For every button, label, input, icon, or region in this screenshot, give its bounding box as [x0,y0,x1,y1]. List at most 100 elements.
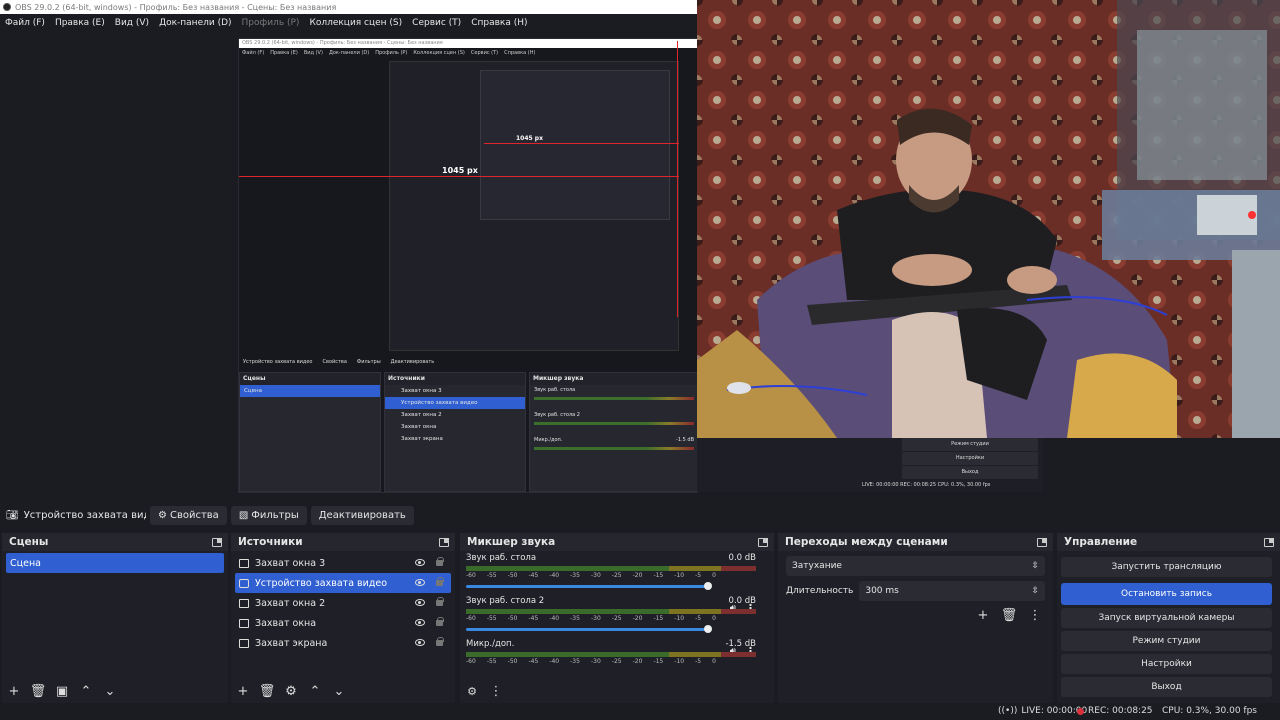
captured-studio-mode: Режим студии [902,438,1038,451]
undock-icon[interactable] [1264,537,1274,547]
webcam-feed [697,0,1280,438]
stop-recording-button[interactable]: Остановить запись [1061,583,1272,605]
settings-button[interactable]: Настройки [1061,654,1272,674]
transition-menu-kebab-icon[interactable]: ⋮ [1027,607,1043,623]
scale-tick: -30 [590,615,601,622]
lock-icon[interactable] [436,597,444,606]
transition-selected-value: Затухание [792,561,842,571]
measure-line-main [239,176,679,177]
add-source-button[interactable]: + [235,683,251,699]
properties-button[interactable]: ⚙ Свойства [150,505,227,525]
volume-slider[interactable] [466,625,768,633]
lock-icon[interactable] [436,617,444,626]
menu-edit[interactable]: Правка (E) [55,18,105,28]
lock-icon[interactable] [436,577,444,586]
nested-menu: Файл (F) Правка (E) Вид (V) Док-панели (… [239,48,697,58]
source-label: Захват экрана [255,637,328,649]
nested-scenes-panel: Сцены Сцена [239,372,381,492]
start-virtual-camera-button[interactable]: Запуск виртуальной камеры [1061,608,1272,628]
menu-tools[interactable]: Сервис (T) [412,18,461,28]
scale-tick: -45 [528,658,539,665]
duration-value: 300 ms [865,586,899,596]
scale-tick: -60 [466,615,476,622]
source-item[interactable]: Устройство захвата видео [235,573,451,593]
visibility-eye-icon[interactable] [415,579,425,586]
scale-tick: -10 [674,615,685,622]
menu-file[interactable]: Файл (F) [5,18,45,28]
source-toolbar-name: 📷︎ Устройство захвата видео [6,510,146,521]
deactivate-button[interactable]: Деактивировать [310,505,414,525]
filters-label: Фильтры [251,509,299,521]
menu-scene-collection[interactable]: Коллекция сцен (S) [309,18,402,28]
undock-icon[interactable] [1037,537,1047,547]
window-icon [239,598,249,608]
volume-knob[interactable] [704,625,712,633]
move-up-icon[interactable]: ⌃ [307,683,323,699]
source-toolbar-label: Устройство захвата видео [23,509,146,521]
window-title: OBS 29.0.2 (64-bit, windows) - Профиль: … [15,2,337,12]
scale-tick: 0 [712,572,716,579]
scale-tick: -60 [466,572,476,579]
spin-arrows-icon: ⇳ [1031,586,1039,596]
scale-tick: -20 [632,615,643,622]
add-transition-button[interactable]: + [975,607,991,623]
meter-scale: -60 -55 -50 -45 -40 -35 -30 -25 -20 -15 -10 -5 0 [466,615,768,622]
lock-icon[interactable] [436,637,444,646]
undock-icon[interactable] [212,537,222,547]
source-item[interactable]: Захват окна 2 [235,593,451,613]
menu-view[interactable]: Вид (V) [115,18,149,28]
live-status: ((•)) LIVE: 00:00:00 [998,706,1087,716]
transition-select[interactable]: Затухание ⇳ [786,556,1045,576]
scale-tick: 0 [712,658,716,665]
deactivate-label: Деактивировать [318,509,406,521]
scale-tick: -40 [549,572,560,579]
camera-icon [239,578,249,588]
scale-tick: 0 [712,615,716,622]
remove-source-trash-icon[interactable]: 🗑︎ [259,683,276,699]
mixer-channel-db: -1.5 dB [725,639,756,649]
scale-tick: -55 [486,658,497,665]
source-item[interactable]: Захват экрана [235,633,451,653]
transition-actions: + 🗑︎ ⋮ [778,601,1053,623]
visibility-eye-icon[interactable] [415,599,425,606]
remove-transition-trash-icon[interactable]: 🗑︎ [1001,607,1018,623]
mixer-menu-kebab-icon[interactable]: ⋮ [488,683,504,699]
scenes-dock: Сцены Сцена + 🗑︎ ▣ ⌃ ⌄ [2,533,228,703]
filters-button[interactable]: ▧ Фильтры [230,505,307,525]
mixer-channel: Микр./доп. -1.5 dB -60 -55 -50 -45 -40 -35 -30… [460,637,774,669]
controls-header: Управление [1057,533,1280,551]
menu-profile[interactable]: Профиль (P) [242,18,300,28]
volume-slider[interactable] [466,582,768,590]
scale-tick: -15 [653,615,664,622]
exit-button[interactable]: Выход [1061,677,1272,697]
scene-filters-icon[interactable]: ▣ [54,683,70,699]
undock-icon[interactable] [439,537,449,547]
advanced-audio-gear-icon[interactable]: ⚙ [464,683,480,699]
audio-mixer-dock: Микшер звука Звук раб. стола 0.0 dB -60 -… [460,533,774,703]
volume-knob[interactable] [704,582,712,590]
add-scene-button[interactable]: + [6,683,22,699]
visibility-eye-icon[interactable] [415,639,425,646]
source-properties-gear-icon[interactable]: ⚙ [283,683,299,699]
duration-spinbox[interactable]: 300 ms ⇳ [859,581,1045,601]
move-down-icon[interactable]: ⌄ [331,683,347,699]
studio-mode-button[interactable]: Режим студии [1061,631,1272,651]
nested-toolbar-props: Свойства [322,359,347,365]
scale-tick: -15 [653,572,664,579]
source-item[interactable]: Захват окна 3 [235,553,451,573]
menu-docks[interactable]: Док-панели (D) [159,18,231,28]
visibility-eye-icon[interactable] [415,559,425,566]
remove-scene-trash-icon[interactable]: 🗑︎ [30,683,47,699]
menu-help[interactable]: Справка (H) [471,18,527,28]
move-up-icon[interactable]: ⌃ [78,683,94,699]
nested-obs-capture: OBS 29.0.2 (64-bit, windows) - Профиль: … [238,38,698,493]
nested-menu-help: Справка (H) [504,50,536,56]
source-item[interactable]: Захват окна [235,613,451,633]
scene-item[interactable]: Сцена [6,553,224,573]
start-stream-button[interactable]: Запустить трансляцию [1061,557,1272,577]
visibility-eye-icon[interactable] [415,619,425,626]
move-down-icon[interactable]: ⌄ [102,683,118,699]
lock-icon[interactable] [436,557,444,566]
undock-icon[interactable] [758,537,768,547]
rec-time: REC: 00:08:25 [1088,706,1153,716]
